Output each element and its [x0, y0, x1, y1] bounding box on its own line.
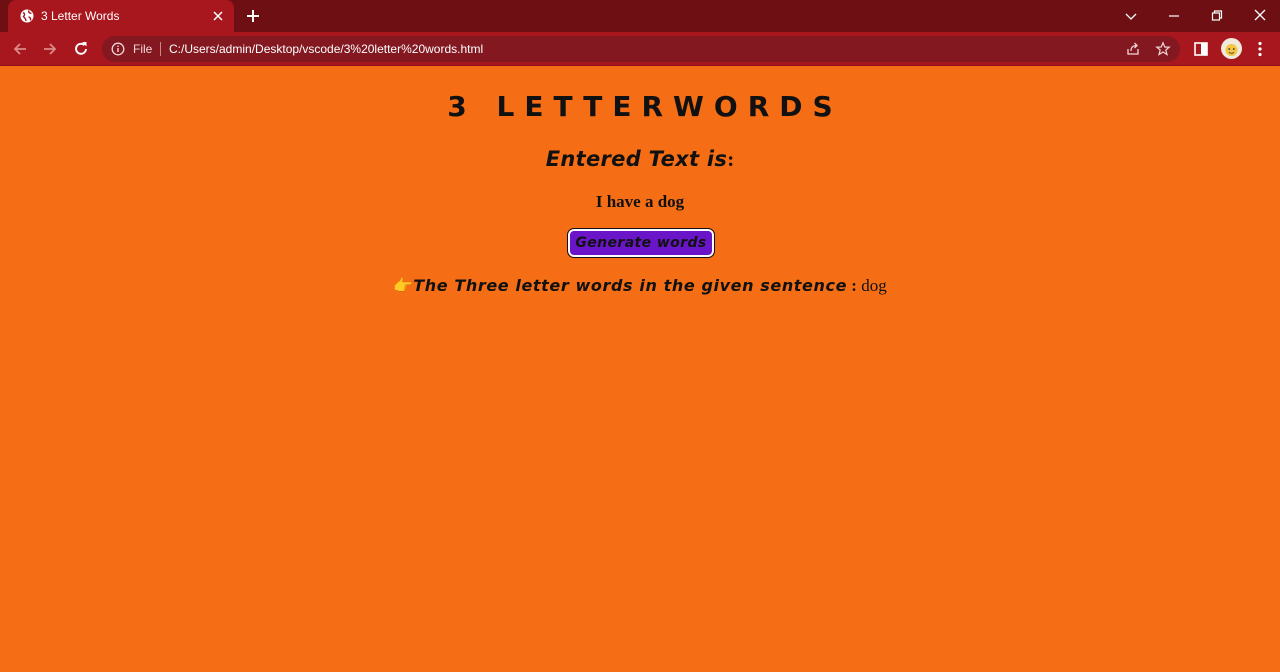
entered-text-label: Entered Text is: [545, 147, 728, 171]
entered-text-value: I have a dog: [595, 192, 685, 211]
new-tab-icon[interactable]: [244, 7, 262, 25]
omnibox-divider: [160, 42, 161, 56]
restore-icon[interactable]: [1207, 6, 1227, 26]
pointing-hand-icon: 👉: [393, 278, 414, 295]
address-bar[interactable]: File C:/Users/admin/Desktop/vscode/3%20l…: [102, 36, 1180, 62]
close-window-icon[interactable]: [1250, 6, 1270, 26]
entered-text-heading: Entered Text is:: [0, 147, 1280, 172]
result-line: 👉The Three letter words in the given sen…: [0, 276, 1280, 296]
page-title: 3 LETTERWORDS: [447, 90, 843, 123]
result-value: dog: [861, 276, 887, 295]
url-text[interactable]: C:/Users/admin/Desktop/vscode/3%20letter…: [169, 42, 483, 56]
generate-words-button[interactable]: Generate words: [567, 228, 715, 258]
share-icon[interactable]: [1125, 41, 1141, 57]
minimize-icon[interactable]: [1164, 6, 1184, 26]
site-info-icon[interactable]: [111, 42, 125, 56]
result-label: The Three letter words in the given sent…: [413, 276, 848, 295]
tab-3-letter-words[interactable]: 3 Letter Words: [8, 0, 234, 32]
file-scheme-label: File: [133, 42, 153, 56]
result-separator: :: [847, 276, 862, 295]
reload-icon[interactable]: [71, 39, 91, 59]
profile-face-icon: [1225, 44, 1238, 56]
globe-icon: [20, 9, 34, 23]
browser-toolbar: File C:/Users/admin/Desktop/vscode/3%20l…: [0, 32, 1280, 66]
page-content: 3 LETTERWORDS Entered Text is: I have a …: [0, 67, 1280, 672]
tab-title: 3 Letter Words: [41, 9, 120, 23]
side-panel-icon[interactable]: [1193, 41, 1209, 57]
bookmark-star-icon[interactable]: [1155, 41, 1171, 57]
back-icon[interactable]: [10, 39, 30, 59]
more-menu-icon[interactable]: [1253, 40, 1267, 58]
tab-strip: 3 Letter Words: [0, 0, 1280, 32]
entered-text-colon: :: [727, 147, 735, 171]
close-tab-icon[interactable]: [210, 8, 226, 24]
tab-search-icon[interactable]: [1121, 6, 1141, 26]
forward-icon[interactable]: [40, 39, 60, 59]
profile-avatar[interactable]: [1221, 38, 1242, 59]
